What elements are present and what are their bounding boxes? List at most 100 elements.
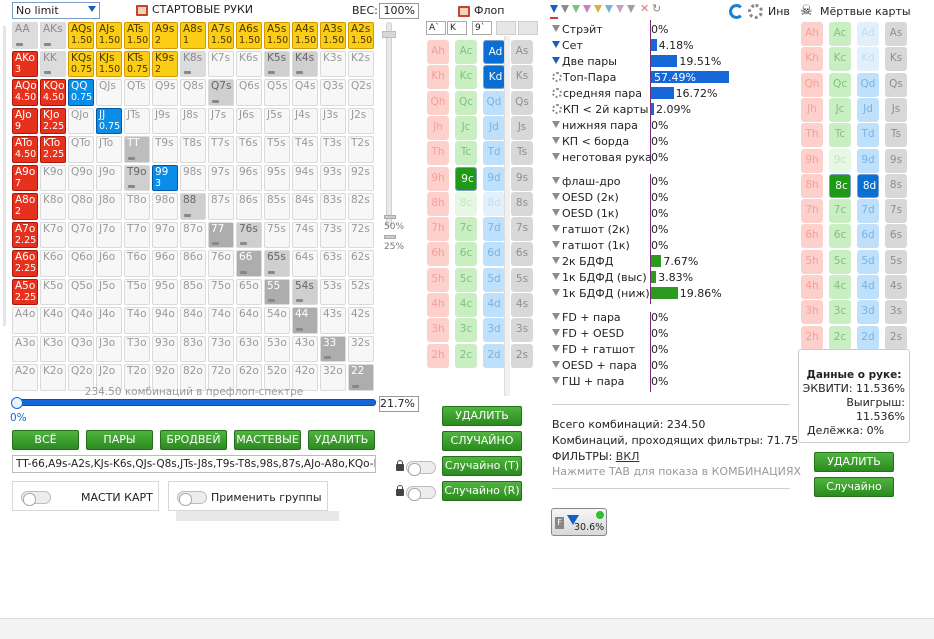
filter-icon[interactable] — [552, 273, 560, 280]
flop-scrollbar[interactable] — [504, 36, 510, 396]
filter-preset-icon[interactable] — [616, 5, 624, 13]
hand-cell-Q4o[interactable]: Q4o — [68, 307, 94, 334]
clear-filters-icon[interactable]: ✕ — [640, 2, 649, 15]
gear-icon[interactable] — [552, 88, 562, 98]
hand-cell-KTo[interactable]: KTo 2.25 — [40, 136, 66, 163]
dead-card-2s[interactable]: 2s — [885, 325, 907, 350]
filter-badge-button[interactable]: F 30.6% — [551, 508, 607, 536]
range-slider[interactable] — [11, 397, 376, 409]
hand-cell-Q8o[interactable]: Q8o — [68, 193, 94, 220]
stat-row[interactable]: OESD (2к) — [552, 191, 619, 205]
hand-cell-Q3o[interactable]: Q3o — [68, 335, 94, 362]
flop-card-Kh[interactable]: Kh — [427, 65, 449, 90]
hand-cell-KQo[interactable]: KQo 4.50 — [40, 79, 66, 106]
filter-icon[interactable] — [552, 193, 560, 200]
hand-cell-65o[interactable]: 65o — [236, 278, 262, 305]
flop-card-9d[interactable]: 9d — [483, 166, 505, 191]
hand-cell-A2s[interactable]: A2s 1.50 — [348, 22, 374, 49]
dead-card-2h[interactable]: 2h — [801, 325, 823, 350]
gear-icon[interactable] — [748, 4, 763, 19]
dead-card-5d[interactable]: 5d — [857, 249, 879, 274]
dead-card-Kh[interactable]: Kh — [801, 47, 823, 72]
dead-card-2c[interactable]: 2c — [829, 325, 851, 350]
hand-cell-63o[interactable]: 63o — [236, 335, 262, 362]
hand-cell-TT[interactable]: TT — [124, 136, 150, 163]
dead-card-9s[interactable]: 9s — [885, 148, 907, 173]
hand-cell-64s[interactable]: 64s — [292, 250, 318, 277]
filter-preset-icon[interactable] — [561, 5, 569, 13]
dead-card-5c[interactable]: 5c — [829, 249, 851, 274]
dead-card-8d[interactable]: 8d — [857, 173, 879, 198]
hand-cell-33[interactable]: 33 — [320, 335, 346, 362]
filter-preset-icon[interactable] — [572, 5, 580, 13]
flop-card-Ks[interactable]: Ks — [511, 65, 533, 90]
hand-cell-J7s[interactable]: J7s — [208, 107, 234, 134]
inv-label[interactable]: Инв — [768, 5, 790, 18]
hand-cell-94s[interactable]: 94s — [292, 164, 318, 191]
flop-card-3c[interactable]: 3c — [455, 318, 477, 343]
hand-cell-A4o[interactable]: A4o — [12, 307, 38, 334]
hand-cell-J6o[interactable]: J6o — [96, 250, 122, 277]
stat-row[interactable]: OESD (1к) — [552, 207, 619, 221]
hand-cell-75o[interactable]: 75o — [208, 278, 234, 305]
hand-cell-Q4s[interactable]: Q4s — [292, 79, 318, 106]
hand-cell-53s[interactable]: 53s — [320, 278, 346, 305]
stat-row[interactable]: 1к БДФД (ниж) — [552, 287, 650, 301]
flop-card-6s[interactable]: 6s — [511, 242, 533, 267]
hand-cell-Q5s[interactable]: Q5s — [264, 79, 290, 106]
hand-cell-AKo[interactable]: AKo 3 — [12, 50, 38, 77]
stat-row[interactable]: FD + пара — [552, 311, 621, 325]
pairs-button[interactable]: ПАРЫ — [86, 430, 153, 450]
hand-cell-43s[interactable]: 43s — [320, 307, 346, 334]
dead-card-9h[interactable]: 9h — [801, 148, 823, 173]
flop-card-Js[interactable]: Js — [511, 115, 533, 140]
reset-icon[interactable]: ↻ — [652, 2, 661, 15]
hand-cell-J9s[interactable]: J9s — [152, 107, 178, 134]
dead-card-6s[interactable]: 6s — [885, 224, 907, 249]
hand-cell-AJs[interactable]: AJs 1.50 — [96, 22, 122, 49]
hand-cell-T3s[interactable]: T3s — [320, 136, 346, 163]
flop-card-2d[interactable]: 2d — [483, 343, 505, 368]
flop-card-Tc[interactable]: Tc — [455, 141, 477, 166]
lock-toggle-t[interactable] — [396, 459, 436, 476]
toggle-switch[interactable] — [406, 460, 436, 476]
dead-card-Ts[interactable]: Ts — [885, 123, 907, 148]
hand-cell-76o[interactable]: 76o — [208, 250, 234, 277]
filter-icon[interactable] — [552, 121, 560, 128]
dead-card-Qh[interactable]: Qh — [801, 72, 823, 97]
filter-preset-icon[interactable] — [550, 5, 558, 13]
flop-card-9s[interactable]: 9s — [511, 166, 533, 191]
hand-cell-K2s[interactable]: K2s — [348, 50, 374, 77]
flop-card-2c[interactable]: 2c — [455, 343, 477, 368]
filter-icons-row[interactable]: ✕ ↻ — [550, 2, 661, 17]
hand-cell-Q9s[interactable]: Q9s — [152, 79, 178, 106]
hand-cell-J4o[interactable]: J4o — [96, 307, 122, 334]
hand-cell-ATs[interactable]: ATs 1.50 — [124, 22, 150, 49]
hand-cell-95s[interactable]: 95s — [264, 164, 290, 191]
hand-cell-77[interactable]: 77 — [208, 221, 234, 248]
hand-cell-T4s[interactable]: T4s — [292, 136, 318, 163]
flop-card-9h[interactable]: 9h — [427, 166, 449, 191]
hand-cell-55[interactable]: 55 — [264, 278, 290, 305]
hand-cell-QQ[interactable]: QQ 0.75 — [68, 79, 94, 106]
flop-card-5s[interactable]: 5s — [511, 267, 533, 292]
flop-card-5d[interactable]: 5d — [483, 267, 505, 292]
game-type-select[interactable]: No limit — [12, 2, 100, 19]
flop-card-8c[interactable]: 8c — [455, 191, 477, 216]
board-slot-5[interactable] — [518, 21, 538, 35]
refresh-icon[interactable] — [729, 4, 744, 19]
suited-button[interactable]: МАСТЕВЫЕ — [234, 430, 301, 450]
hand-cell-A8o[interactable]: A8o 2 — [12, 193, 38, 220]
flop-card-Ad[interactable]: Ad — [483, 40, 505, 64]
hand-cell-63s[interactable]: 63s — [320, 250, 346, 277]
board-slot-3[interactable]: 9` — [472, 21, 492, 35]
filter-preset-icon[interactable] — [594, 5, 602, 13]
dead-card-3s[interactable]: 3s — [885, 300, 907, 325]
hand-cell-J6s[interactable]: J6s — [236, 107, 262, 134]
hand-cell-A5o[interactable]: A5o 2.25 — [12, 278, 38, 305]
flop-card-4d[interactable]: 4d — [483, 293, 505, 317]
hand-cell-KJs[interactable]: KJs 1.50 — [96, 50, 122, 77]
hand-cell-T2s[interactable]: T2s — [348, 136, 374, 163]
hand-cell-AQs[interactable]: AQs 1.50 — [68, 22, 94, 49]
flop-card-Td[interactable]: Td — [483, 141, 505, 166]
